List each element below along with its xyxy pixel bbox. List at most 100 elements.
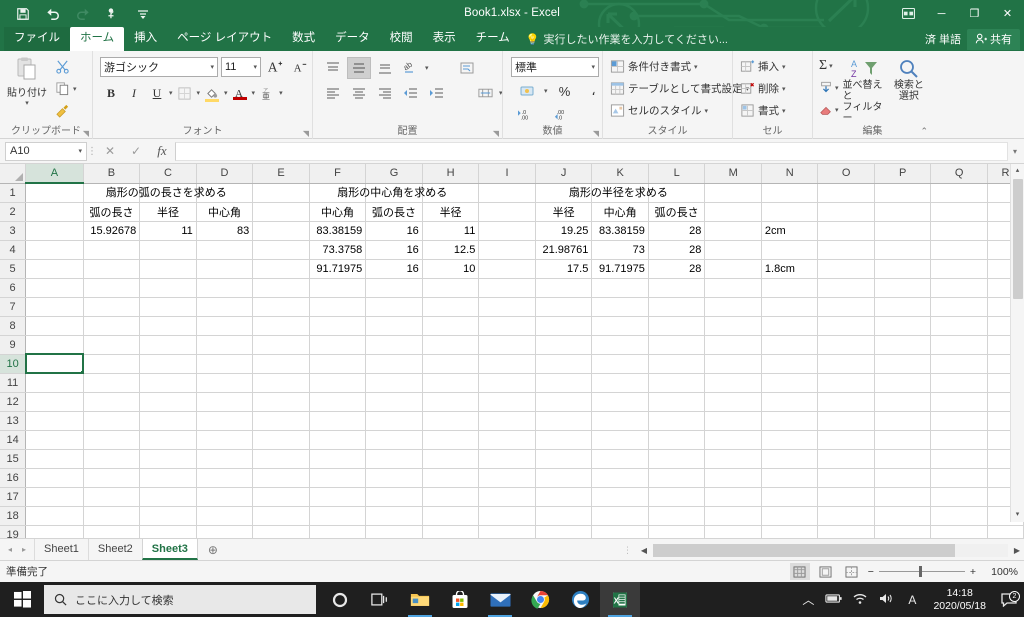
vertical-scrollbar[interactable]: ▴ ▾ [1010, 164, 1024, 522]
cell-O14[interactable] [817, 430, 875, 450]
tab-page-layout[interactable]: ページ レイアウト [167, 27, 282, 51]
cell-C2[interactable]: 半径 [139, 202, 197, 222]
cell-D5[interactable] [196, 259, 254, 279]
column-header-f[interactable]: F [309, 164, 367, 184]
horizontal-scroll-track[interactable] [653, 543, 1008, 557]
column-header-a[interactable]: A [25, 164, 84, 184]
cell-K4[interactable]: 73 [591, 240, 649, 260]
cell-E18[interactable] [252, 506, 310, 526]
chevron-down-icon[interactable]: ▾ [591, 63, 595, 71]
cell-C18[interactable] [139, 506, 197, 526]
cell-O16[interactable] [817, 468, 875, 488]
cell-M3[interactable] [704, 221, 762, 241]
fill-button[interactable]: ▾ [817, 78, 841, 98]
paste-button[interactable]: 貼り付け ▾ [3, 54, 51, 107]
cell-H18[interactable] [422, 506, 480, 526]
cell-J2[interactable]: 半径 [535, 202, 593, 222]
cell-G13[interactable] [365, 411, 423, 431]
chevron-down-icon[interactable]: ▾ [782, 85, 786, 93]
cell-L4[interactable]: 28 [648, 240, 706, 260]
cell-H8[interactable] [422, 316, 480, 336]
cell-E4[interactable] [252, 240, 310, 260]
cell-A2[interactable] [25, 202, 84, 222]
cell-P10[interactable] [874, 354, 932, 374]
cell-Q7[interactable] [930, 297, 988, 317]
table-row[interactable]: 7 [0, 297, 1024, 317]
cell-J10[interactable] [535, 354, 593, 374]
cell-I16[interactable] [478, 468, 536, 488]
cell-E17[interactable] [252, 487, 310, 507]
cell-I6[interactable] [478, 278, 536, 298]
cell-B12[interactable] [83, 392, 141, 412]
cell-O12[interactable] [817, 392, 875, 412]
cell-N12[interactable] [761, 392, 819, 412]
cell-F16[interactable] [309, 468, 367, 488]
table-row[interactable]: 16 [0, 468, 1024, 488]
cell-E13[interactable] [252, 411, 310, 431]
table-row[interactable]: 13 [0, 411, 1024, 431]
cell-A5[interactable] [25, 259, 84, 279]
cell-C17[interactable] [139, 487, 197, 507]
tab-data[interactable]: データ [325, 27, 380, 51]
cell-I13[interactable] [478, 411, 536, 431]
cell-G14[interactable] [365, 430, 423, 450]
sort-filter-button[interactable]: AZ 並べ替えと フィルター [843, 56, 888, 124]
merge-center-button[interactable] [473, 82, 497, 104]
cell-K6[interactable] [591, 278, 649, 298]
file-explorer-icon[interactable] [400, 582, 440, 617]
font-color-button[interactable]: A [229, 82, 251, 104]
cell-O2[interactable] [817, 202, 875, 222]
find-select-button[interactable]: 検索と 選択 [890, 56, 928, 102]
cell-D12[interactable] [196, 392, 254, 412]
table-row[interactable]: 17 [0, 487, 1024, 507]
cell-N8[interactable] [761, 316, 819, 336]
column-header-g[interactable]: G [365, 164, 423, 184]
cell-L11[interactable] [648, 373, 706, 393]
cell-I12[interactable] [478, 392, 536, 412]
cell-N16[interactable] [761, 468, 819, 488]
windows-taskbar[interactable]: ここに入力して検索 X ︿ A 14:18 2020/05/18 2 [0, 582, 1024, 617]
select-all-corner[interactable] [0, 164, 27, 184]
column-header-h[interactable]: H [422, 164, 480, 184]
cell-O10[interactable] [817, 354, 875, 374]
row-header-13[interactable]: 13 [0, 411, 27, 431]
cell-K17[interactable] [591, 487, 649, 507]
chevron-down-icon[interactable]: ▾ [782, 63, 786, 71]
cell-A10[interactable] [24, 353, 85, 374]
cell-A13[interactable] [25, 411, 84, 431]
cell-O5[interactable] [817, 259, 875, 279]
taskbar-clock[interactable]: 14:18 2020/05/18 [925, 587, 994, 613]
system-tray[interactable]: ︿ A 14:18 2020/05/18 2 [795, 582, 1024, 617]
cell-B14[interactable] [83, 430, 141, 450]
cell-I3[interactable] [478, 221, 536, 241]
cell-E2[interactable] [252, 202, 310, 222]
account-name[interactable]: 済 単語 [925, 31, 961, 47]
cell-N17[interactable] [761, 487, 819, 507]
column-header-e[interactable]: E [252, 164, 310, 184]
ribbon-display-options-icon[interactable] [892, 0, 925, 27]
cell-K3[interactable]: 83.38159 [591, 221, 649, 241]
clipboard-dialog-launcher[interactable]: ◥ [83, 129, 89, 138]
taskbar-icons[interactable]: X [320, 582, 640, 617]
increase-font-size-button[interactable]: A [264, 56, 286, 78]
cell-P16[interactable] [874, 468, 932, 488]
tab-formulas[interactable]: 数式 [282, 27, 325, 51]
cell-K8[interactable] [591, 316, 649, 336]
cell-F10[interactable] [309, 354, 367, 374]
zoom-slider[interactable]: − + [868, 566, 976, 578]
format-as-table-button[interactable]: テーブルとして書式設定 ▾ [607, 78, 752, 99]
cell-D10[interactable] [196, 354, 254, 374]
cell-M10[interactable] [704, 354, 762, 374]
cell-A12[interactable] [25, 392, 84, 412]
font-dialog-launcher[interactable]: ◥ [303, 129, 309, 138]
sheet-nav-arrows[interactable]: ◂ ▸ [4, 545, 34, 554]
table-row[interactable]: 9 [0, 335, 1024, 355]
cell-J11[interactable] [535, 373, 593, 393]
cell-J9[interactable] [535, 335, 593, 355]
cell-K7[interactable] [591, 297, 649, 317]
window-controls[interactable]: ─ ❐ ✕ [892, 0, 1024, 27]
cell-P4[interactable] [874, 240, 932, 260]
increase-indent-button[interactable] [425, 82, 449, 104]
phonetic-chevron-down-icon[interactable]: ▾ [279, 89, 283, 97]
table-row[interactable]: 18 [0, 506, 1024, 526]
